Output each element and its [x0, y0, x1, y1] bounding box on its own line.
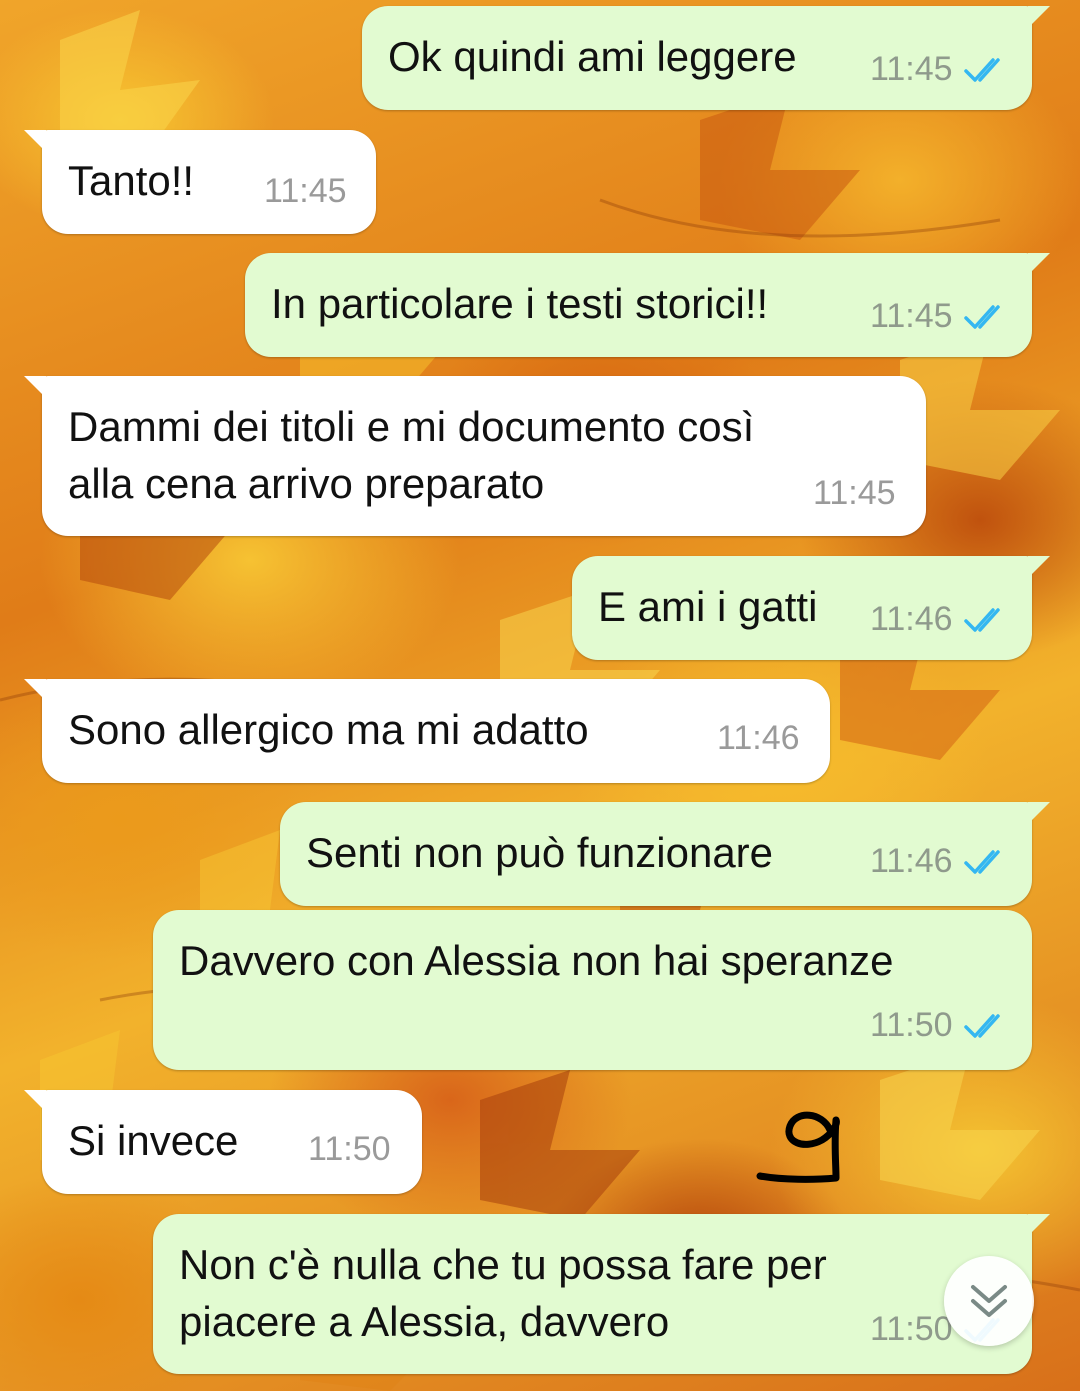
message-meta: 11:46 [870, 600, 1007, 639]
message-text: Non c'è nulla che tu possa fare per piac… [179, 1241, 827, 1345]
bubble-tail [1028, 1214, 1050, 1236]
bubble-tail [1028, 6, 1050, 28]
message-meta: 11:50 [308, 1130, 391, 1169]
outgoing-message[interactable]: Senti non può funzionare 11:46 [280, 802, 1050, 906]
message-time: 11:46 [717, 719, 800, 757]
bubble-tail [1028, 802, 1050, 824]
message-text: Dammi dei titoli e mi documento così all… [68, 403, 755, 507]
bubble-tail [24, 130, 46, 152]
message-meta: 11:50 [870, 1006, 1007, 1045]
message-time: 11:45 [870, 50, 953, 88]
incoming-message[interactable]: Tanto!! 11:45 [24, 130, 376, 234]
outgoing-message[interactable]: E ami i gatti 11:46 [572, 556, 1050, 660]
message-meta: 11:46 [717, 719, 800, 758]
message-text: In particolare i testi storici!! [271, 280, 769, 327]
message-meta: 11:45 [870, 297, 1007, 336]
message-time: 11:46 [870, 842, 953, 880]
bubble-tail [24, 1090, 46, 1112]
message-time: 11:50 [870, 1006, 953, 1044]
message-text: Sono allergico ma mi adatto [68, 706, 589, 753]
incoming-message[interactable]: Si invece 11:50 [24, 1090, 422, 1194]
message-text: Ok quindi ami leggere [388, 33, 797, 80]
message-time: 11:45 [264, 172, 347, 210]
message-text: Si invece [68, 1117, 239, 1164]
outgoing-message[interactable]: In particolare i testi storici!! 11:45 [245, 253, 1050, 357]
message-time: 11:50 [870, 1310, 953, 1348]
double-check-icon [963, 849, 1000, 874]
bubble-tail [1028, 253, 1050, 275]
incoming-message[interactable]: Sono allergico ma mi adatto 11:46 [24, 679, 830, 783]
message-time: 11:50 [308, 1130, 391, 1168]
bubble-tail [24, 679, 46, 701]
message-meta: 11:46 [870, 842, 1007, 881]
double-check-icon [963, 304, 1000, 329]
double-check-icon [963, 607, 1000, 632]
message-text: Davvero con Alessia non hai speranze [179, 937, 894, 984]
message-text: Senti non può funzionare [306, 829, 774, 876]
double-chevron-down-icon [971, 1285, 1007, 1317]
message-text: E ami i gatti [598, 583, 818, 630]
incoming-message[interactable]: Dammi dei titoli e mi documento così all… [24, 376, 926, 536]
outgoing-message[interactable]: Ok quindi ami leggere 11:45 [362, 6, 1050, 110]
bubble-tail [1028, 556, 1050, 578]
handwritten-annotation [756, 1111, 840, 1183]
message-meta: 11:45 [813, 474, 896, 513]
double-check-icon [963, 57, 1000, 82]
outgoing-message[interactable]: Non c'è nulla che tu possa fare per piac… [153, 1214, 1050, 1374]
outgoing-message[interactable]: Davvero con Alessia non hai speranze 11:5… [153, 910, 1032, 1070]
message-meta: 11:45 [264, 172, 347, 211]
scroll-down-button[interactable] [944, 1256, 1034, 1346]
message-time: 11:46 [870, 600, 953, 638]
bubble-tail [24, 376, 46, 398]
message-meta: 11:45 [870, 50, 1007, 89]
double-check-icon [963, 1013, 1000, 1038]
message-time: 11:45 [813, 474, 896, 512]
message-text: Tanto!! [68, 157, 195, 204]
message-time: 11:45 [870, 297, 953, 335]
